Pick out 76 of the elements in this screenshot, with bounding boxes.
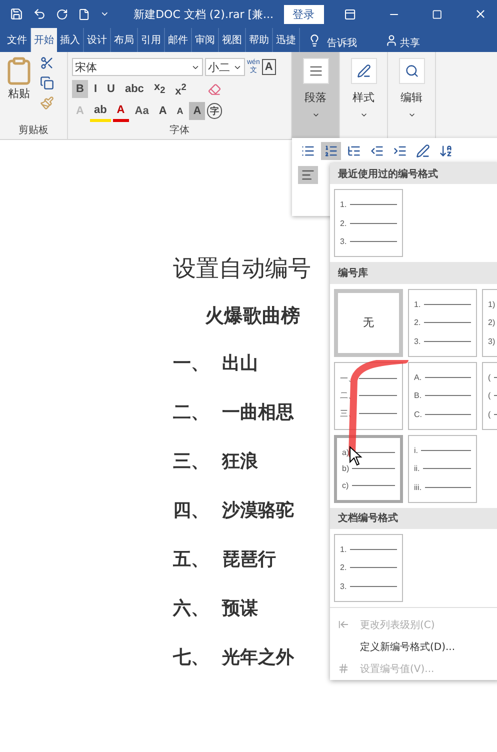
format-button[interactable]: x$_{2}$ <box>150 78 170 100</box>
list-item-text: 琵琶行 <box>222 548 276 572</box>
format-button[interactable]: ab <box>90 100 111 122</box>
numbering-format-tile[interactable]: 1. 2. 3. <box>334 189 403 258</box>
list-number: 七、 <box>173 646 210 670</box>
login-button[interactable]: 登录 <box>284 4 324 24</box>
tell-me-link[interactable]: 告诉我 <box>327 38 357 48</box>
styles-icon <box>350 58 376 84</box>
numbering-format-tile[interactable]: 1. 2. 3. <box>408 288 477 357</box>
numbering-format-tile[interactable]: ( ( ( <box>482 362 497 430</box>
eraser-icon[interactable] <box>208 82 222 96</box>
format-button[interactable]: x$^{2}$ <box>171 78 190 100</box>
group-label: 字体 <box>168 124 190 137</box>
list-item-text: 出山 <box>222 352 258 376</box>
format-button[interactable]: A <box>172 102 188 120</box>
format-button[interactable]: I <box>90 80 102 98</box>
paste-button[interactable]: 粘贴 <box>4 56 34 110</box>
document-heading: 设置自动编号 <box>173 255 311 284</box>
section-header: 文档编号格式 <box>330 508 497 529</box>
list-number: 一、 <box>173 352 210 376</box>
caret-icon <box>312 111 320 119</box>
list-number: 五、 <box>173 548 210 572</box>
document-subheading: 火爆歌曲榜 <box>205 304 300 329</box>
search-icon <box>398 58 424 84</box>
format-button[interactable]: A <box>189 102 206 120</box>
caret-icon <box>408 111 416 119</box>
format-button[interactable]: A <box>154 102 171 120</box>
list-item-text: 狂浪 <box>222 450 258 474</box>
list-item-text: 一曲相思 <box>222 401 294 425</box>
paragraph-icon <box>302 58 328 84</box>
numbering-format-tile[interactable]: A. B. C. <box>408 362 477 430</box>
section-header: 编号库 <box>330 262 497 284</box>
font-size-field[interactable]: 小二 <box>205 58 245 76</box>
ribbon-group-button[interactable]: 段落 <box>292 52 340 139</box>
file-icon[interactable] <box>78 8 90 20</box>
user-icon[interactable] <box>385 34 398 47</box>
numbered-list-icon[interactable] <box>321 142 341 160</box>
close-icon[interactable] <box>474 7 487 21</box>
format-button[interactable]: Aa <box>130 102 153 120</box>
list-item-text: 光年之外 <box>222 646 294 670</box>
redo-icon[interactable] <box>56 8 68 20</box>
ribbon-tab[interactable]: 开始 <box>31 28 57 52</box>
font-name-field[interactable]: 宋体 <box>72 58 203 76</box>
section-header: 最近使用过的编号格式 <box>330 163 497 184</box>
border-button[interactable]: A <box>262 59 276 75</box>
copy-icon[interactable] <box>40 76 54 90</box>
ribbon-options-icon[interactable] <box>344 8 356 20</box>
numbering-format-tile[interactable]: 1) 2) 3) <box>482 288 497 357</box>
hash-icon <box>338 663 349 674</box>
window-title: 新建DOC 文档 (2).rar [兼... <box>134 6 274 22</box>
lightbulb-icon[interactable] <box>308 34 321 47</box>
pointer-icon <box>350 446 362 466</box>
format-button[interactable]: B <box>72 80 88 98</box>
scissors-icon[interactable] <box>40 56 54 70</box>
numbering-format-tile[interactable]: 1. 2. 3. <box>334 534 403 602</box>
undo-icon[interactable] <box>33 7 46 21</box>
share-button[interactable]: 共享 <box>400 38 420 48</box>
save-icon[interactable] <box>10 7 24 21</box>
maximize-icon[interactable] <box>432 8 442 20</box>
group-label: 剪贴板 <box>18 124 50 137</box>
list-number: 四、 <box>173 499 210 523</box>
menu-item[interactable]: 定义新编号格式(D)... <box>330 636 497 658</box>
list-number: 六、 <box>173 597 210 621</box>
format-button[interactable]: abc <box>120 80 148 98</box>
format-button[interactable]: 字 <box>207 103 222 119</box>
list-item-text: 沙漠骆驼 <box>222 499 294 523</box>
arrow-left-icon <box>338 619 349 630</box>
align-left-icon[interactable] <box>298 166 318 184</box>
list-item-text: 预谋 <box>222 597 258 621</box>
numbering-format-tile[interactable]: 无 <box>334 288 403 357</box>
list-number: 二、 <box>173 401 210 425</box>
format-button[interactable]: U <box>103 80 119 98</box>
numbering-format-tile[interactable]: i. ii. iii. <box>408 434 477 503</box>
format-button[interactable]: A <box>112 100 129 122</box>
list-number: 三、 <box>173 450 210 474</box>
caret-icon <box>360 111 368 119</box>
